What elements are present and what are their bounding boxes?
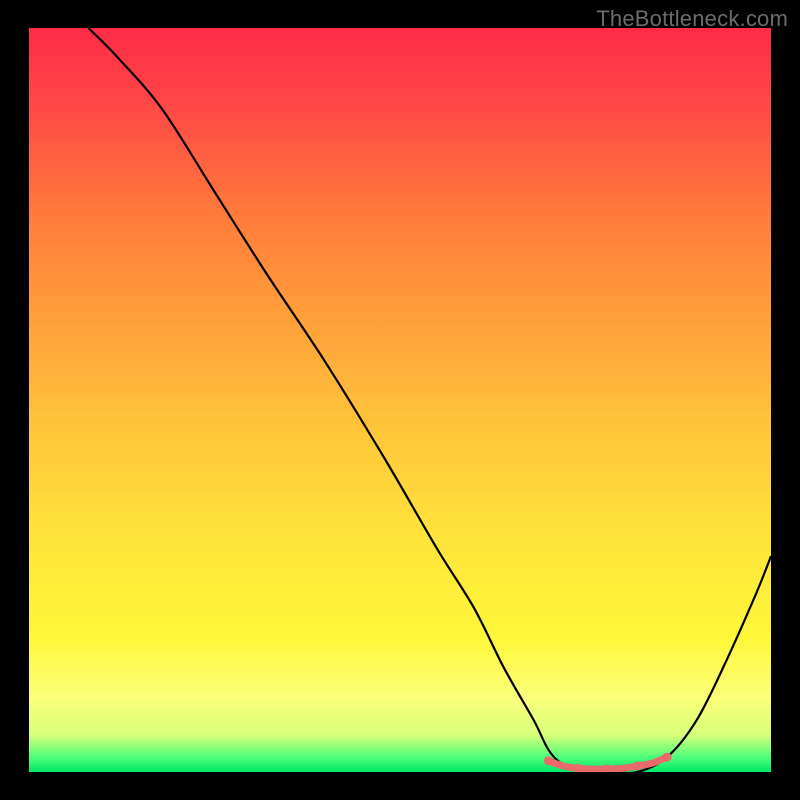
watermark-text: TheBottleneck.com bbox=[596, 6, 788, 32]
optimal-range-dot bbox=[663, 753, 672, 762]
chart-plot-area bbox=[29, 28, 771, 772]
optimal-range-dot bbox=[544, 756, 553, 765]
optimal-range-dot bbox=[633, 762, 642, 771]
chart-svg bbox=[29, 28, 771, 772]
bottleneck-curve bbox=[88, 28, 771, 772]
